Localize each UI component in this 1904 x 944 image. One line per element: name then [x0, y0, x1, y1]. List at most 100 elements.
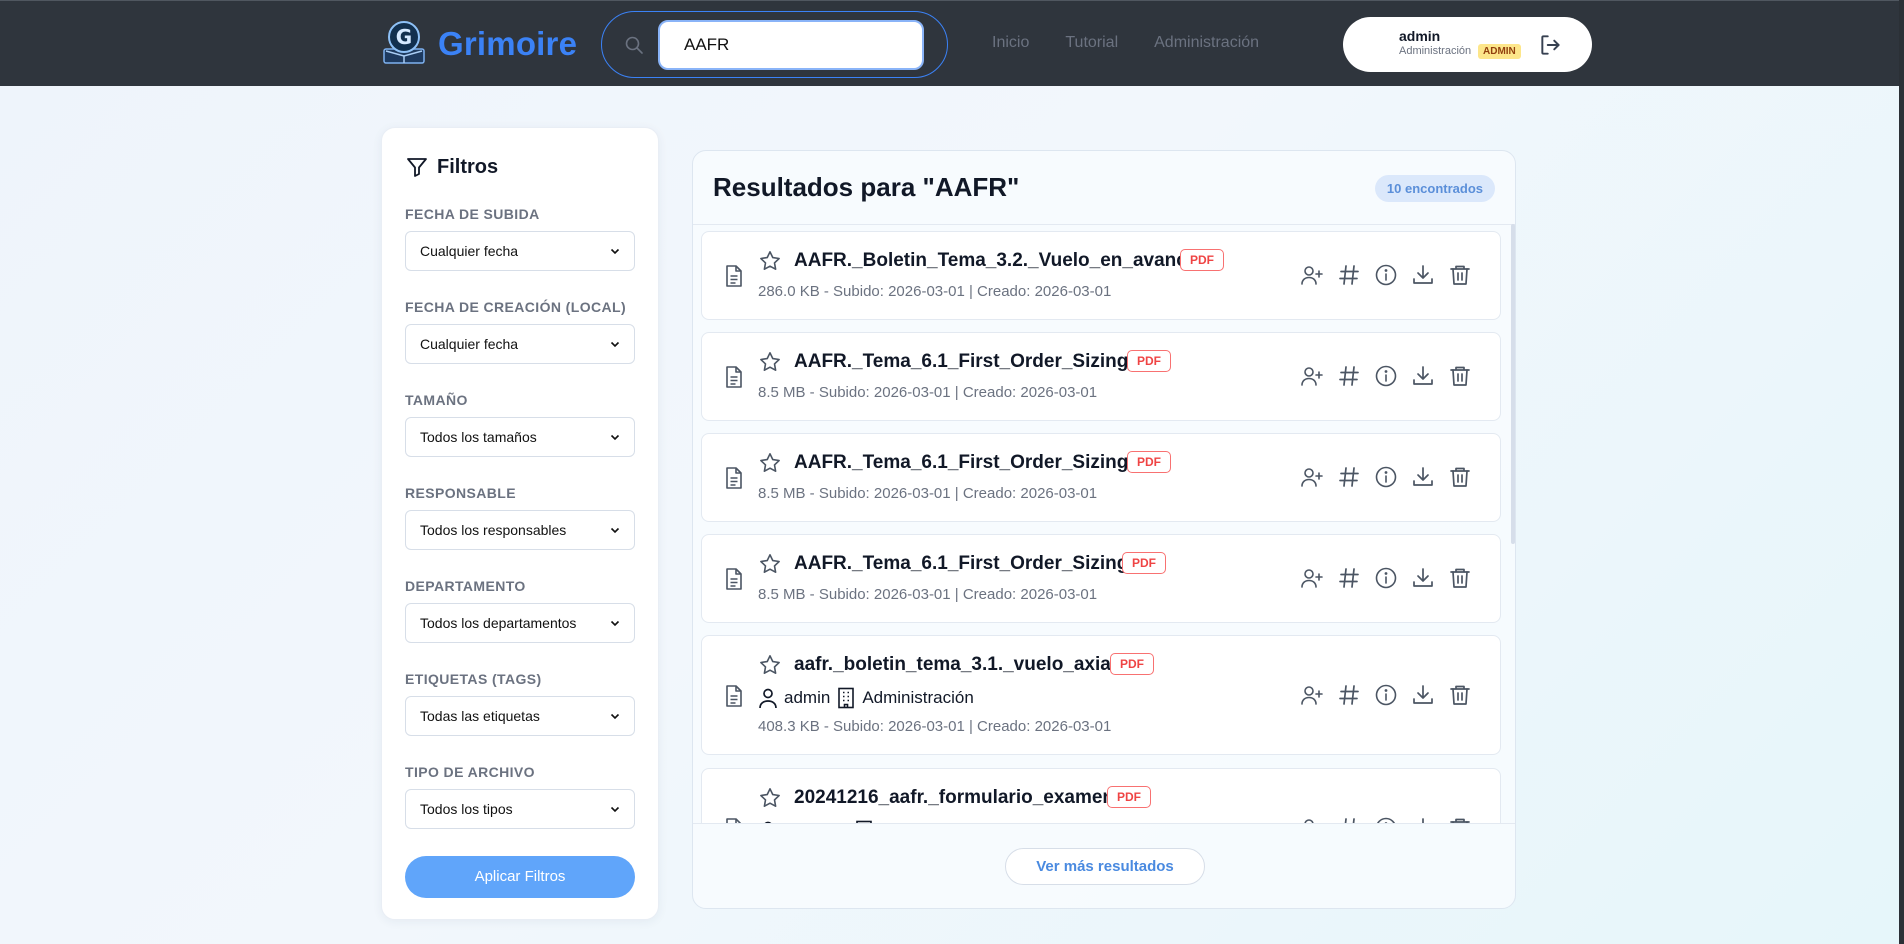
result-actions [1300, 465, 1472, 489]
search-icon [625, 36, 643, 54]
select-value: Cualquier fecha [420, 243, 519, 259]
assign-user-icon[interactable] [1300, 364, 1324, 388]
nav-tutorial[interactable]: Tutorial [1065, 34, 1118, 52]
result-card[interactable]: AAFR._Tema_6.1_First_Order_Sizing_1 PDF … [701, 534, 1501, 623]
info-icon[interactable] [1374, 816, 1398, 823]
result-title[interactable]: AAFR._Tema_6.1_First_Order_Sizing_1 [794, 553, 1150, 575]
star-icon[interactable] [758, 552, 782, 576]
result-card[interactable]: 20241216_aafr._formulario_examen PDF [701, 768, 1501, 823]
download-icon[interactable] [1411, 263, 1435, 287]
results-scrollbar[interactable] [1511, 224, 1515, 544]
document-icon [726, 366, 742, 388]
hashtag-icon[interactable] [1337, 816, 1361, 823]
trash-icon[interactable] [1448, 364, 1472, 388]
size-select[interactable]: Todos los tamaños [405, 417, 635, 457]
star-icon[interactable] [758, 249, 782, 273]
star-icon[interactable] [758, 451, 782, 475]
apply-filters-button[interactable]: Aplicar Filtros [405, 856, 635, 898]
upload-date-select[interactable]: Cualquier fecha [405, 231, 635, 271]
trash-icon[interactable] [1448, 566, 1472, 590]
chevron-down-icon [610, 341, 620, 348]
user-menu[interactable]: admin Administración ADMIN [1343, 17, 1592, 72]
info-icon[interactable] [1374, 566, 1398, 590]
filter-size: TAMAÑO Todos los tamaños [405, 392, 637, 457]
hashtag-icon[interactable] [1337, 566, 1361, 590]
hashtag-icon[interactable] [1337, 465, 1361, 489]
star-icon[interactable] [758, 786, 782, 810]
results-title: Resultados para "AAFR" [713, 172, 1020, 202]
chevron-down-icon [610, 806, 620, 813]
star-icon[interactable] [758, 350, 782, 374]
window-edge [1899, 0, 1904, 944]
chevron-down-icon [610, 527, 620, 534]
creation-date-select[interactable]: Cualquier fecha [405, 324, 635, 364]
filters-header: Filtros [405, 155, 498, 179]
result-title[interactable]: AAFR._Tema_6.1_First_Order_Sizing_2 [794, 351, 1150, 373]
filter-label: TAMAÑO [405, 392, 468, 408]
search-input[interactable] [658, 20, 924, 70]
download-icon[interactable] [1411, 465, 1435, 489]
load-more-button[interactable]: Ver más resultados [1005, 848, 1205, 885]
svg-text:G: G [396, 25, 412, 49]
info-icon[interactable] [1374, 465, 1398, 489]
download-icon[interactable] [1411, 566, 1435, 590]
document-icon [726, 685, 742, 707]
result-card[interactable]: AAFR._Boletin_Tema_3.2._Vuelo_en_avance … [701, 231, 1501, 320]
star-icon[interactable] [758, 653, 782, 677]
trash-icon[interactable] [1448, 465, 1472, 489]
result-title[interactable]: aafr._boletin_tema_3.1._vuelo_axial [794, 654, 1116, 676]
select-value: Todos los tamaños [420, 429, 537, 445]
assign-user-icon[interactable] [1300, 263, 1324, 287]
result-card[interactable]: AAFR._Tema_6.1_First_Order_Sizing_2 PDF … [701, 332, 1501, 421]
info-icon[interactable] [1374, 683, 1398, 707]
nav-administracion[interactable]: Administración [1154, 34, 1259, 52]
result-title[interactable]: AAFR._Boletin_Tema_3.2._Vuelo_en_avance [794, 250, 1197, 272]
trash-icon[interactable] [1448, 683, 1472, 707]
trash-icon[interactable] [1448, 816, 1472, 823]
download-icon[interactable] [1411, 816, 1435, 823]
info-icon[interactable] [1374, 364, 1398, 388]
info-icon[interactable] [1374, 263, 1398, 287]
filter-label: ETIQUETAS (TAGS) [405, 671, 542, 687]
department-select[interactable]: Todos los departamentos [405, 603, 635, 643]
tags-select[interactable]: Todas las etiquetas [405, 696, 635, 736]
main-nav: Inicio Tutorial Administración [992, 34, 1295, 52]
results-count-badge: 10 encontrados [1374, 175, 1495, 202]
assign-user-icon[interactable] [1300, 566, 1324, 590]
owner-department: Administración [862, 688, 974, 707]
hashtag-icon[interactable] [1337, 364, 1361, 388]
filter-file-type: TIPO DE ARCHIVO Todos los tipos [405, 764, 637, 829]
select-value: Cualquier fecha [420, 336, 519, 352]
file-type-badge: PDF [1127, 451, 1171, 473]
hashtag-icon[interactable] [1337, 263, 1361, 287]
result-title[interactable]: 20241216_aafr._formulario_examen [794, 787, 1114, 809]
filter-label: RESPONSABLE [405, 485, 516, 501]
chevron-down-icon [610, 713, 620, 720]
top-bar: G Grimoire Inicio Tutorial Administració… [0, 0, 1904, 86]
file-type-badge: PDF [1122, 552, 1166, 574]
divider [693, 224, 1515, 225]
result-card[interactable]: AAFR._Tema_6.1_First_Order_Sizing_3 PDF … [701, 433, 1501, 522]
app-logo[interactable]: G Grimoire [380, 19, 577, 69]
search-bar [601, 11, 948, 78]
hashtag-icon[interactable] [1337, 683, 1361, 707]
download-icon[interactable] [1411, 364, 1435, 388]
nav-inicio[interactable]: Inicio [992, 34, 1029, 52]
result-title[interactable]: AAFR._Tema_6.1_First_Order_Sizing_3 [794, 452, 1150, 474]
assign-user-icon[interactable] [1300, 816, 1324, 823]
results-panel: Resultados para "AAFR" 10 encontrados AA… [692, 150, 1516, 909]
filter-owner: RESPONSABLE Todos los responsables [405, 485, 637, 550]
trash-icon[interactable] [1448, 263, 1472, 287]
owner-select[interactable]: Todos los responsables [405, 510, 635, 550]
assign-user-icon[interactable] [1300, 465, 1324, 489]
file-type-select[interactable]: Todos los tipos [405, 789, 635, 829]
result-card[interactable]: aafr._boletin_tema_3.1._vuelo_axial PDF … [701, 635, 1501, 755]
result-actions [1300, 816, 1472, 823]
download-icon[interactable] [1411, 683, 1435, 707]
logout-icon[interactable] [1538, 32, 1564, 58]
assign-user-icon[interactable] [1300, 683, 1324, 707]
file-type-badge: PDF [1180, 249, 1224, 271]
filters-panel: Filtros FECHA DE SUBIDA Cualquier fecha … [381, 127, 659, 920]
result-meta: 8.5 MB - Subido: 2026-03-01 | Creado: 20… [758, 384, 1098, 401]
result-actions [1300, 566, 1472, 590]
